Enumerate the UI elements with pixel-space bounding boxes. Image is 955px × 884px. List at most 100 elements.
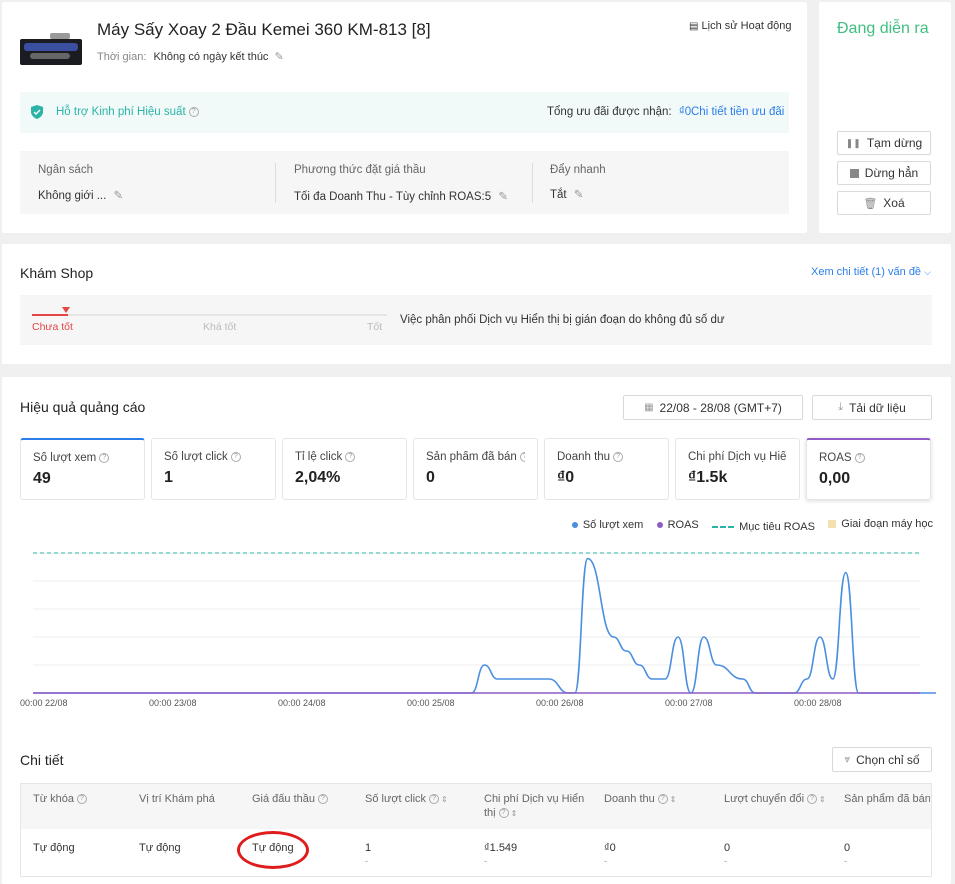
- x-tick-label: 00:00 25/08: [407, 698, 455, 708]
- shop-check-title: Khám Shop: [20, 265, 94, 281]
- metric-card-revenue[interactable]: Doanh thu? ₫0: [544, 438, 669, 500]
- metric-value: ₫0: [557, 469, 575, 486]
- x-tick-label: 00:00 22/08: [20, 698, 68, 708]
- metric-card-sold[interactable]: Sản phẩm đã bán? 0: [413, 438, 538, 500]
- help-icon[interactable]: ?: [657, 794, 668, 805]
- metric-label: Sản phẩm đã bán: [426, 451, 517, 463]
- col-label: Lượt chuyển đổi: [724, 793, 805, 805]
- help-icon[interactable]: ?: [854, 452, 865, 463]
- col-conversions[interactable]: Lượt chuyển đổi? ⇕: [724, 792, 826, 807]
- support-label[interactable]: Hỗ trợ Kinh phí Hiệu suất?: [56, 106, 199, 118]
- edit-icon[interactable]: ✎: [498, 191, 508, 203]
- edit-icon[interactable]: ✎: [574, 189, 584, 201]
- cell-clicks: 1: [365, 842, 372, 854]
- col-revenue[interactable]: Doanh thu? ⇕: [604, 792, 676, 807]
- health-marker-icon: [62, 307, 70, 313]
- cell-conversions: 0: [724, 842, 731, 854]
- support-label-text: Hỗ trợ Kinh phí Hiệu suất: [56, 106, 186, 118]
- level-fair: Khá tốt: [203, 321, 237, 333]
- col-label: Giá đấu thầu: [252, 793, 315, 805]
- sort-icon[interactable]: ⇕: [670, 795, 677, 804]
- level-good: Tốt: [367, 321, 383, 333]
- metric-card-ctr[interactable]: Tỉ lệ click? 2,04%: [282, 438, 407, 500]
- download-data-button[interactable]: ⤓ Tải dữ liệu: [812, 395, 932, 420]
- help-icon[interactable]: ?: [99, 452, 110, 463]
- metric-label: Số lượt xem: [33, 452, 97, 464]
- legend-learning[interactable]: Giai đoạn máy học: [828, 518, 933, 530]
- highlight-circle: [237, 831, 309, 869]
- metric-label: Chi phí Dịch vụ Hiển thị: [688, 451, 787, 463]
- chevron-down-icon: ⌵: [924, 267, 931, 277]
- edit-icon[interactable]: ✎: [113, 190, 123, 202]
- shop-health-panel: Chưa tốt Khá tốt Tốt Việc phân phối Dịch…: [20, 295, 932, 345]
- legend-target-roas[interactable]: Mục tiêu ROAS: [712, 521, 815, 533]
- stop-label: Dừng hẳn: [864, 166, 919, 180]
- col-label: Số lượt click: [365, 793, 427, 805]
- cell-keyword: Tự động: [33, 842, 75, 854]
- metric-label: Tỉ lệ click: [295, 451, 343, 463]
- budget-value-row: Không giới ... ✎: [38, 188, 123, 202]
- help-icon[interactable]: ?: [429, 794, 440, 805]
- x-tick-label: 00:00 26/08: [536, 698, 584, 708]
- date-range-picker[interactable]: ▦ 22/08 - 28/08 (GMT+7): [623, 395, 803, 420]
- help-icon[interactable]: ?: [345, 451, 356, 462]
- col-keyword: Từ khóa?: [33, 792, 87, 806]
- legend-roas[interactable]: ROAS: [656, 519, 699, 531]
- sort-icon[interactable]: ⇕: [819, 795, 826, 804]
- help-icon[interactable]: ?: [519, 451, 525, 462]
- delete-button[interactable]: 🗑 Xoá: [837, 191, 931, 215]
- metric-label: Doanh thu: [557, 451, 611, 463]
- sort-icon[interactable]: ⇕: [511, 809, 518, 818]
- boost-value: Tắt: [550, 189, 567, 201]
- help-icon[interactable]: ?: [230, 451, 241, 462]
- help-icon[interactable]: ?: [498, 808, 509, 819]
- chart-grid: [33, 552, 920, 666]
- col-bid: Giá đấu thầu?: [252, 792, 328, 806]
- time-value: Không có ngày kết thúc: [153, 51, 269, 63]
- metric-label: ROAS: [819, 452, 852, 464]
- shield-check-icon: [31, 105, 43, 119]
- level-poor: Chưa tốt: [32, 321, 73, 333]
- metric-value: 1: [164, 469, 173, 486]
- help-icon[interactable]: ?: [318, 794, 328, 805]
- choose-metrics-button[interactable]: ⩔ Chọn chỉ số: [832, 747, 932, 772]
- legend-label: Mục tiêu ROAS: [739, 521, 815, 533]
- sort-icon[interactable]: ⇕: [441, 795, 448, 804]
- legend-views[interactable]: Số lượt xem: [571, 519, 644, 531]
- stop-button[interactable]: Dừng hẳn: [837, 161, 931, 185]
- edit-icon[interactable]: ✎: [275, 51, 284, 63]
- stop-icon: [849, 168, 859, 178]
- detail-link-label: Xem chi tiết (1) vấn đề: [811, 266, 922, 278]
- discount-detail-link[interactable]: Chi tiết tiền ưu đãi: [691, 106, 784, 118]
- total-discount: Tổng ưu đãi được nhận: ₫0: [547, 106, 691, 118]
- status-text: Đang diễn ra: [837, 20, 929, 37]
- metric-card-views[interactable]: Số lượt xem? 49: [20, 438, 145, 500]
- col-label: Vị trí Khám phá: [139, 793, 215, 805]
- metric-card-cost[interactable]: Chi phí Dịch vụ Hiển thị ₫1.5k: [675, 438, 800, 500]
- cell-sold-sub: -: [844, 856, 847, 866]
- cell-revenue: ₫0: [604, 842, 616, 854]
- help-icon[interactable]: ?: [613, 451, 624, 462]
- bid-method-value: Tối đa Doanh Thu - Tùy chỉnh ROAS:5: [294, 191, 492, 203]
- metric-card-roas[interactable]: ROAS? 0,00: [806, 438, 931, 500]
- legend-label: Giai đoạn máy học: [841, 518, 933, 530]
- help-icon[interactable]: ?: [188, 106, 199, 117]
- metric-label: Số lượt click: [164, 451, 228, 463]
- metric-card-clicks[interactable]: Số lượt click? 1: [151, 438, 276, 500]
- pause-button[interactable]: ❚❚ Tạm dừng: [837, 131, 931, 155]
- help-icon[interactable]: ?: [77, 794, 87, 805]
- choose-metrics-label: Chọn chỉ số: [856, 752, 920, 767]
- date-range-label: 22/08 - 28/08 (GMT+7): [659, 400, 782, 415]
- shop-check-detail-link[interactable]: Xem chi tiết (1) vấn đề ⌵: [811, 266, 931, 278]
- legend-label: Số lượt xem: [582, 519, 644, 531]
- performance-title: Hiệu quả quảng cáo: [20, 399, 146, 415]
- col-cost[interactable]: Chi phí Dịch vụ Hiển thị? ⇕: [484, 792, 594, 821]
- cell-position: Tự động: [139, 842, 181, 854]
- help-icon[interactable]: ?: [807, 794, 818, 805]
- health-bar-fill: [32, 314, 68, 316]
- x-tick-label: 00:00 27/08: [665, 698, 713, 708]
- activity-history-link[interactable]: ▤ Lịch sử Hoạt động: [689, 20, 791, 32]
- cell-sold: 0: [844, 842, 851, 854]
- col-clicks[interactable]: Số lượt click? ⇕: [365, 792, 448, 807]
- performance-chart: [33, 552, 936, 694]
